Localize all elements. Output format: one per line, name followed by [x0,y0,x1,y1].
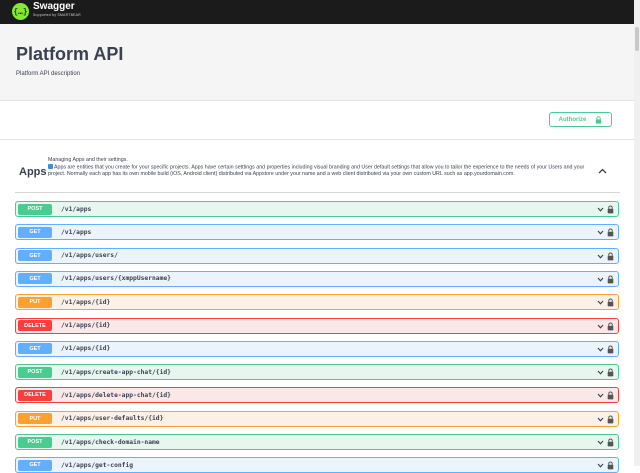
chevron-down-icon[interactable] [597,324,604,329]
logo-title: Swagger [33,1,75,12]
method-badge: DELETE [18,320,52,331]
operation-get-row[interactable]: GET/v1/apps/users/ [15,247,619,264]
method-badge: GET [18,226,52,238]
authorize-button[interactable]: Authorize [549,112,612,127]
method-badge: PUT [18,413,52,425]
lock-icon[interactable] [607,368,614,377]
lock-icon[interactable] [607,228,614,237]
method-badge: GET [18,273,52,285]
logo-mark: {…} [13,6,28,16]
operation-path: /v1/apps/get-config [61,461,134,469]
tag-description: Managing Apps and their settings. Apps a… [48,157,596,178]
method-badge: POST [18,203,52,215]
lock-icon[interactable] [607,345,614,354]
operation-path: /v1/apps/create-app-chat/{id} [61,368,171,376]
method-badge: GET [18,250,52,262]
divider [0,139,640,140]
tag-divider [15,192,620,193]
operation-path: /v1/apps/user-defaults/{id} [61,415,164,423]
lock-icon[interactable] [607,322,614,331]
swagger-logo[interactable]: {…} Swagger Supported by SMARTBEAR [12,2,81,20]
page-description: Platform API description [16,71,81,77]
operation-post-row[interactable]: POST/v1/apps [15,201,619,217]
logo-subtitle: Supported by SMARTBEAR [33,13,81,17]
tag-description-line-1: Managing Apps and their settings. [48,157,128,163]
method-badge: GET [18,343,52,355]
operation-path: /v1/apps/{id} [61,298,111,306]
divider [0,100,640,101]
method-badge: DELETE [18,389,52,401]
operation-delete-row[interactable]: DELETE/v1/apps/{id} [15,317,619,334]
lock-icon[interactable] [607,275,614,284]
chevron-down-icon[interactable] [597,230,604,235]
operation-get-row[interactable]: GET/v1/apps/get-config [15,457,619,473]
authorize-label: Authorize [558,116,587,123]
operation-path: /v1/apps/users/{xmppUsername} [61,275,171,283]
operation-path: /v1/apps/check-domain-name [61,438,160,446]
chevron-down-icon[interactable] [597,277,604,282]
top-bar: {…} Swagger Supported by SMARTBEAR [0,0,640,24]
scrollbar-track[interactable] [634,0,640,466]
chevron-down-icon[interactable] [597,417,604,422]
operation-get-row[interactable]: GET/v1/apps/{id} [15,340,619,357]
lock-icon[interactable] [607,438,614,447]
chevron-down-icon[interactable] [597,440,604,445]
chevron-down-icon[interactable] [597,347,604,352]
swagger-logo-icon: {…} [12,2,29,20]
method-badge: POST [18,436,52,448]
method-badge: PUT [18,296,52,308]
method-badge: GET [18,459,52,471]
operation-path: /v1/apps/{id} [61,345,111,353]
chevron-down-icon[interactable] [597,370,604,375]
lock-icon[interactable] [607,252,614,261]
operation-path: /v1/apps/delete-app-chat/{id} [61,391,171,399]
operation-get-row[interactable]: GET/v1/apps/users/{xmppUsername} [15,270,619,287]
chevron-up-icon[interactable] [598,168,607,174]
operation-post-row[interactable]: POST/v1/apps/create-app-chat/{id} [15,364,619,381]
lock-icon [596,115,602,124]
method-badge: POST [18,366,52,378]
chevron-down-icon[interactable] [597,393,604,399]
operation-post-row[interactable]: POST/v1/apps/check-domain-name [15,434,619,450]
info-icon [48,163,53,169]
lock-icon[interactable] [607,205,614,214]
operation-get-row[interactable]: GET/v1/apps [15,224,619,241]
operation-path: /v1/apps [61,228,92,236]
lock-icon[interactable] [607,391,614,400]
tag-name[interactable]: Apps [19,166,47,178]
page-title: Platform API [16,44,124,64]
operation-path: /v1/apps/{id} [61,322,111,329]
operation-path: /v1/apps/users/ [61,252,118,260]
lock-icon[interactable] [607,298,614,307]
operation-put-row[interactable]: PUT/v1/apps/{id} [15,294,619,311]
operation-path: /v1/apps [61,205,92,213]
chevron-down-icon[interactable] [597,254,604,259]
chevron-down-icon[interactable] [597,207,604,212]
tag-description-line-2: Apps are entities that you create for yo… [48,164,585,178]
operation-delete-row[interactable]: DELETE/v1/apps/delete-app-chat/{id} [15,387,619,404]
operation-put-row[interactable]: PUT/v1/apps/user-defaults/{id} [15,410,619,427]
chevron-down-icon[interactable] [597,300,604,305]
lock-icon[interactable] [607,415,614,424]
scrollbar-thumb[interactable] [635,27,639,51]
